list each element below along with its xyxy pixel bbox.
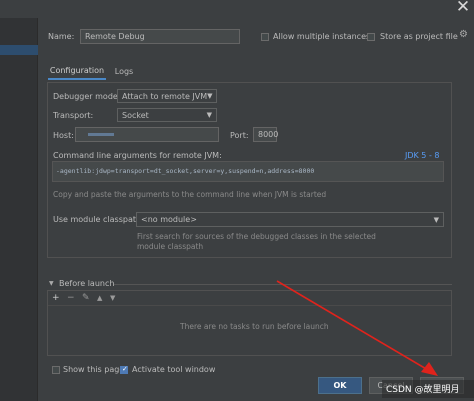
red-arrow-annotation <box>276 280 438 376</box>
watermark: CSDN @故里明月 <box>386 385 460 395</box>
